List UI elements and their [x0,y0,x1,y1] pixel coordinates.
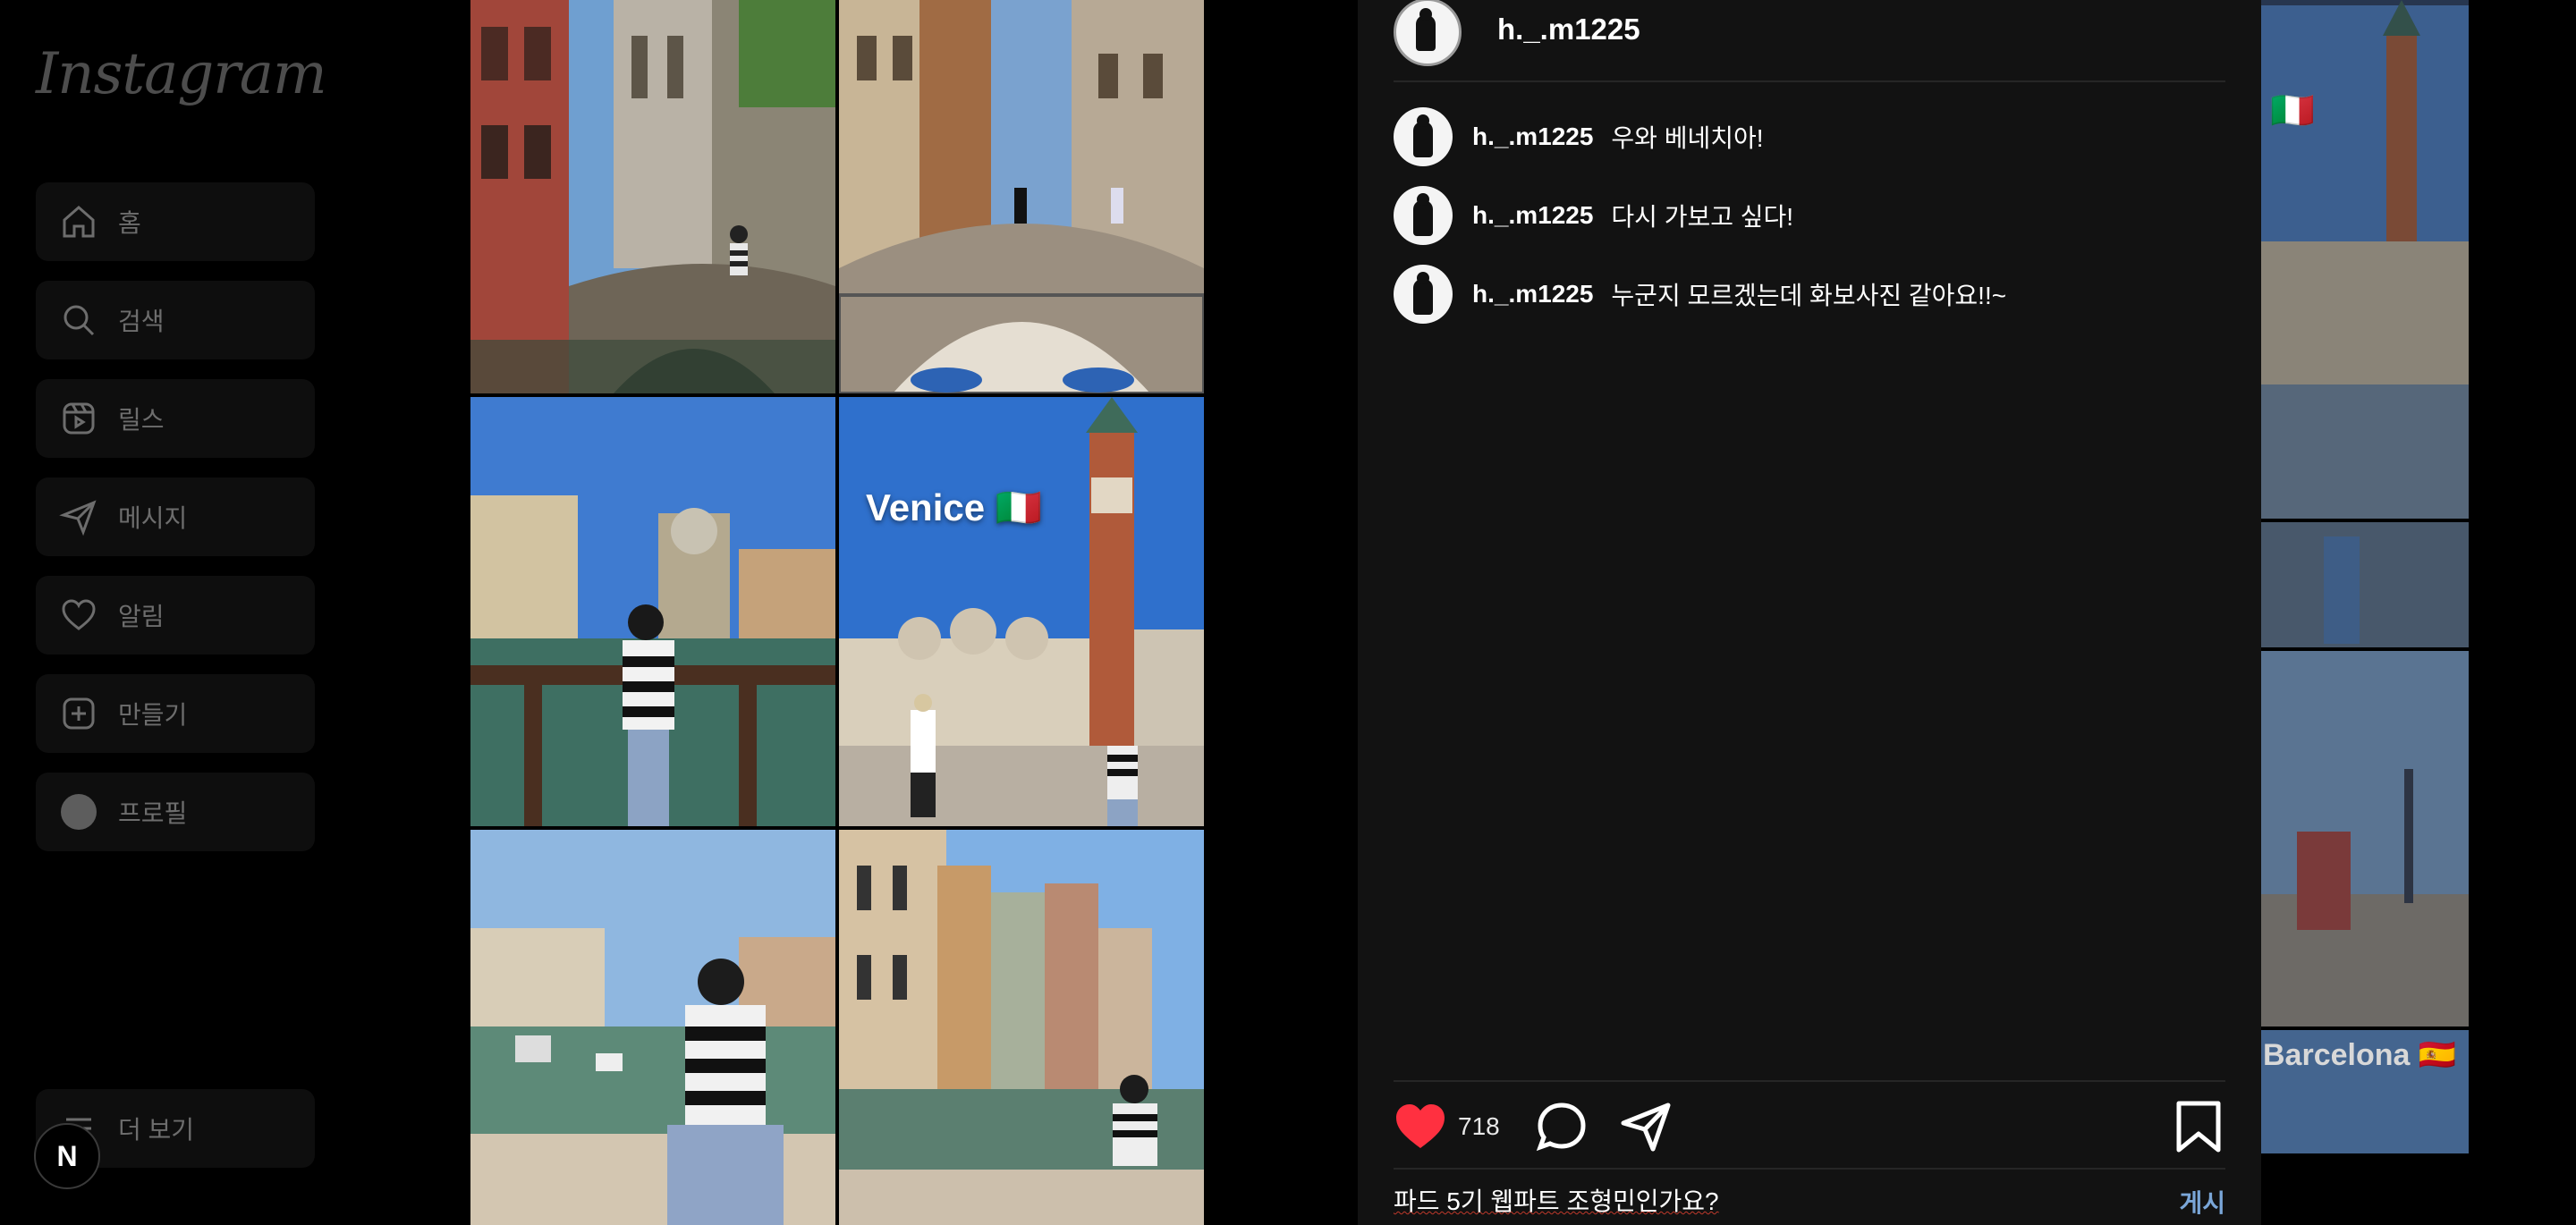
next-post-images [2261,0,2469,1153]
comment-button[interactable] [1535,1100,1589,1153]
photo-san-marco: Venice 🇮🇹 [839,397,1204,826]
avatar[interactable] [1394,107,1453,166]
heart-filled-icon [1396,1104,1445,1148]
flag-overlay: 🇮🇹 [2270,91,2315,131]
next-post-preview[interactable]: 🇮🇹 Barcelona 🇪🇸 [2261,0,2469,1153]
like-button[interactable] [1394,1100,1447,1153]
post-image-collage[interactable]: Venice 🇮🇹 [470,0,1204,1225]
sidebar-item-label: 만들기 [118,701,188,729]
comment-input[interactable] [1394,1182,2091,1218]
bookmark-icon [2176,1101,2221,1153]
photo-canal-buildings [839,830,1204,1225]
plus-square-icon [59,694,98,733]
author-username[interactable]: h._.m1225 [1497,13,1640,46]
sidebar-item-search[interactable]: 검색 [36,281,315,359]
sidebar-item-home[interactable]: 홈 [36,182,315,261]
action-bar: 718 [1394,1080,2225,1170]
save-button[interactable] [2172,1100,2225,1153]
barcelona-overlay: Barcelona 🇪🇸 [2263,1038,2457,1072]
venice-overlay-text: Venice 🇮🇹 [866,486,1043,528]
post-comment-button[interactable]: 게시 [2179,1184,2225,1220]
like-count: 718 [1458,1112,1500,1140]
sidebar-item-label: 알림 [118,603,165,630]
sidebar-item-profile[interactable]: 프로필 [36,773,315,851]
sidebar-item-notifications[interactable]: 알림 [36,576,315,655]
reels-icon [59,399,98,438]
instagram-logo[interactable]: Instagram [36,41,327,107]
comment-item: h._.m1225 누군지 모르겠는데 화보사진 같아요!!~ [1394,265,2006,324]
comment-username[interactable]: h._.m1225 [1472,201,1593,230]
photo-grand-canal [470,397,835,826]
avatar [61,794,97,830]
share-button[interactable] [1619,1100,1673,1153]
comment-text: 우와 베네치아! [1611,124,1764,152]
sidebar-item-label: 릴스 [118,406,165,434]
sidebar-item-label: 홈 [118,209,141,237]
photo-venice-bridge-1 [470,0,835,393]
sidebar: Instagram 홈 검색 릴스 메시지 알림 만들기 프로필 더 보기 N [0,0,340,1225]
sidebar-item-messages[interactable]: 메시지 [36,477,315,556]
sidebar-item-label: 프로필 [118,799,188,827]
sidebar-item-label: 검색 [118,308,165,335]
home-icon [59,202,98,241]
comment-username[interactable]: h._.m1225 [1472,122,1593,151]
sidebar-item-reels[interactable]: 릴스 [36,379,315,458]
comment-text: 누군지 모르겠는데 화보사진 같아요!!~ [1611,282,2007,309]
post-header: h._.m1225 [1394,0,2225,82]
comment-username[interactable]: h._.m1225 [1472,280,1593,308]
comment-text: 다시 가보고 싶다! [1611,203,1794,231]
search-icon [59,300,98,340]
sidebar-item-label: 더 보기 [118,1116,195,1144]
sidebar-item-create[interactable]: 만들기 [36,674,315,753]
avatar[interactable] [1394,265,1453,324]
comment-icon [1536,1102,1586,1152]
heart-icon [59,596,98,635]
post-detail-panel: h._.m1225 h._.m1225 우와 베네치아! h._.m1225 다… [1358,0,2261,1225]
photo-canal-seated [470,830,835,1225]
sidebar-item-label: 메시지 [118,504,188,532]
send-icon [1621,1102,1671,1152]
n-logo-badge[interactable]: N [34,1123,100,1189]
author-avatar[interactable] [1394,0,1462,66]
send-icon [59,497,98,536]
comment-item: h._.m1225 우와 베네치아! [1394,107,1764,166]
avatar[interactable] [1394,186,1453,245]
comment-input-row: 게시 [1394,1171,2225,1225]
photo-venice-bridge-2 [839,0,1204,393]
comment-item: h._.m1225 다시 가보고 싶다! [1394,186,1793,245]
